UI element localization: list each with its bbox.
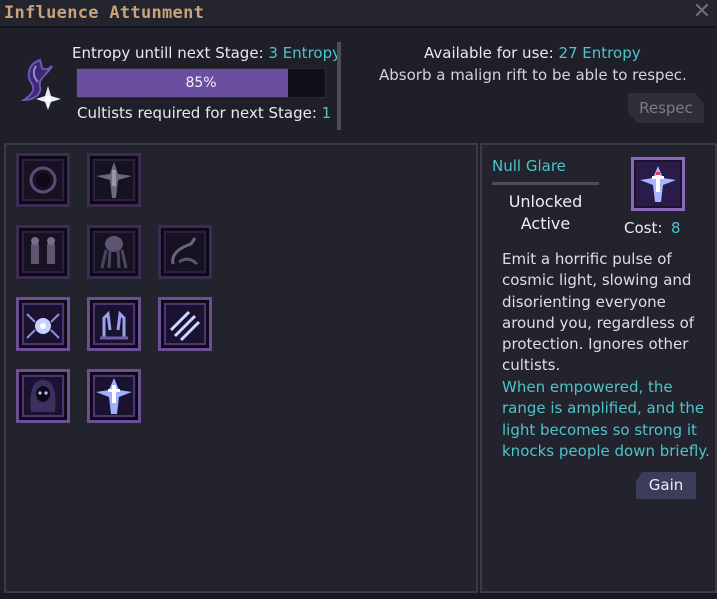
cultists-label: Cultists required for next Stage:: [77, 104, 317, 122]
stage-progress-bar: 85%: [76, 68, 326, 98]
wraith-claw-icon: [164, 231, 206, 273]
spider-eye-icon: [22, 303, 64, 345]
skill-null-glare-locked[interactable]: [87, 153, 141, 207]
void-ring-icon: [22, 159, 64, 201]
skill-wraith-claw[interactable]: [158, 225, 212, 279]
slash-marks-icon: [164, 303, 206, 345]
skill-void-ring[interactable]: [16, 153, 70, 207]
status-active: Active: [520, 214, 571, 233]
cost-value: 8: [671, 219, 681, 237]
cultists-required-text: Cultists required for next Stage: 1: [77, 104, 331, 122]
respec-hint: Absorb a malign rift to be able to respe…: [379, 66, 687, 84]
skill-name: Null Glare: [492, 157, 566, 175]
window-titlebar: Influence Attunment ✕: [0, 0, 717, 28]
entropy-next-stage-text: Entropy untill next Stage: 3 Entropy: [72, 44, 341, 62]
gain-button[interactable]: Gain: [636, 472, 696, 499]
radiant-figure-icon: [93, 159, 135, 201]
status-unlocked: Unlocked: [508, 192, 583, 211]
cost-label: Cost:: [624, 219, 663, 237]
available-entropy-text: Available for use: 27 Entropy: [424, 44, 641, 62]
skill-grid-panel: [4, 143, 478, 593]
radiant-figure-icon: [93, 375, 135, 417]
skill-hooded-face[interactable]: [16, 369, 70, 423]
skill-spider-eye[interactable]: [16, 297, 70, 351]
skill-empowered-description: When empowered, the range is amplified, …: [502, 378, 710, 460]
entropy-label: Entropy untill next Stage:: [72, 44, 264, 62]
available-label: Available for use:: [424, 44, 554, 62]
skill-tentacle-horror[interactable]: [87, 225, 141, 279]
header-divider: [337, 42, 341, 130]
entropy-rune-icon: [18, 56, 64, 110]
respec-button[interactable]: Respec: [628, 93, 704, 123]
bottom-edge: [0, 593, 717, 599]
window-title: Influence Attunment: [4, 3, 205, 23]
skill-description: Emit a horrific pulse of cosmic light, s…: [502, 250, 695, 375]
skill-name-underline: [492, 182, 599, 185]
skill-twin-figures[interactable]: [16, 225, 70, 279]
hooded-face-icon: [22, 375, 64, 417]
close-x-icon[interactable]: ✕: [691, 1, 713, 23]
tentacle-horror-icon: [93, 231, 135, 273]
cultists-value: 1: [321, 104, 332, 122]
entropy-value: 3 Entropy: [268, 44, 341, 62]
grasping-hands-icon: [93, 303, 135, 345]
twin-figures-icon: [22, 231, 64, 273]
skill-radiant-figure[interactable]: [87, 369, 141, 423]
available-value: 27 Entropy: [558, 44, 641, 62]
radiant-figure-icon: [636, 162, 680, 206]
selected-skill-icon: [631, 157, 685, 211]
progress-text: 85%: [185, 75, 217, 91]
skill-slash-marks[interactable]: [158, 297, 212, 351]
skill-grasping-hands[interactable]: [87, 297, 141, 351]
